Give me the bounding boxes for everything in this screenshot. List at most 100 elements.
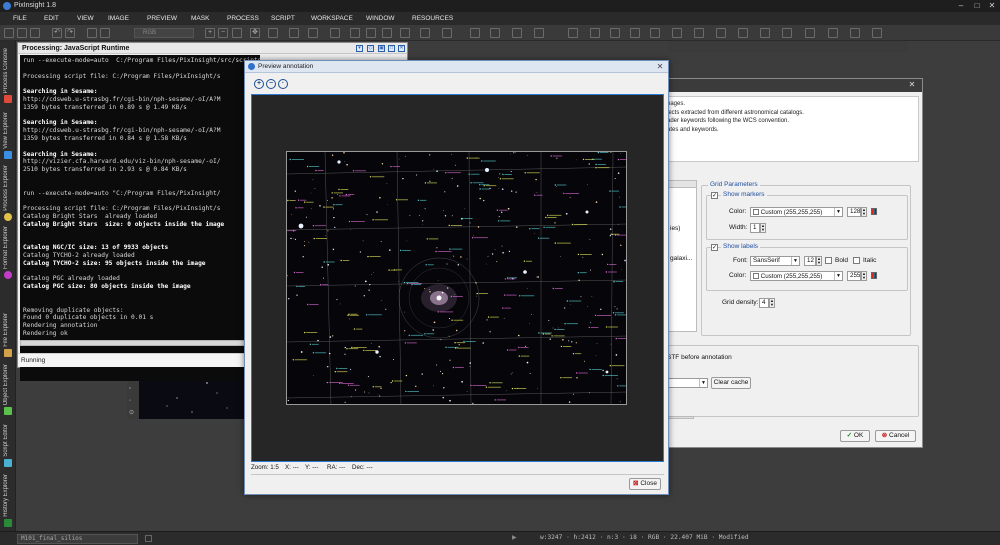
minimize-icon[interactable]: – (954, 1, 968, 11)
menu-resources[interactable]: RESOURCES (412, 12, 453, 25)
tool-icon-d[interactable] (650, 28, 660, 38)
menu-preview[interactable]: PREVIEW (147, 12, 177, 25)
zoom-fit-icon[interactable] (232, 28, 242, 38)
close-icon[interactable]: ✕ (905, 80, 919, 90)
view-selector[interactable]: M101_final_silios (17, 534, 138, 544)
display-mode-icon[interactable] (442, 28, 452, 38)
console-shade-icon[interactable]: ▣ (378, 45, 385, 52)
font-combo[interactable]: SansSerif ▼ (750, 256, 800, 266)
tool-icon-a[interactable] (590, 28, 600, 38)
grid-density-input[interactable]: 4 (759, 298, 769, 308)
clear-cache-button[interactable]: Clear cache (711, 377, 751, 389)
tool-icon-l[interactable] (828, 28, 838, 38)
screen-transfer-icon[interactable] (534, 28, 544, 38)
blue-channel-icon[interactable] (400, 28, 410, 38)
color-picker-icon[interactable] (871, 208, 877, 215)
new-icon[interactable] (4, 28, 14, 38)
play-icon[interactable]: ▶ (512, 535, 519, 542)
pan-icon[interactable]: ✥ (250, 28, 260, 38)
grid-density-stepper[interactable]: ▲ ▼ (769, 298, 775, 308)
label-alpha-stepper[interactable]: ▲ ▼ (861, 271, 867, 281)
select-icon[interactable] (289, 28, 299, 38)
open-icon[interactable] (17, 28, 27, 38)
close-button[interactable]: ⊠ Close (629, 478, 661, 490)
console-output[interactable]: run --execute-mode=auto C:/Program Files… (20, 55, 260, 381)
tool-icon-j[interactable] (782, 28, 792, 38)
italic-checkbox[interactable] (853, 257, 860, 264)
channel-combo[interactable]: RGB (134, 28, 194, 38)
close-icon[interactable]: ✕ (655, 62, 665, 71)
label-alpha-input[interactable]: 255 (847, 271, 861, 281)
view-selector-chevron-icon[interactable] (145, 535, 152, 542)
marker-color-combo[interactable]: Custom (255,255,255) ▼ (750, 207, 843, 217)
sidebar-item-process-console[interactable]: Process Console (0, 41, 16, 105)
menu-image[interactable]: IMAGE (108, 12, 129, 25)
sidebar-item-file-explorer[interactable]: File Explorer (0, 281, 16, 359)
console-close-icon[interactable]: ✕ (398, 45, 405, 52)
tool-icon-c[interactable] (630, 28, 640, 38)
marker-alpha-input[interactable]: 128 (847, 207, 861, 217)
redo-icon[interactable]: ↷ (65, 28, 75, 38)
ok-button[interactable]: ✓ OK (840, 430, 870, 442)
dyncrop-icon[interactable] (308, 28, 318, 38)
tool-icon-g[interactable] (716, 28, 726, 38)
tool-icon-e[interactable] (672, 28, 682, 38)
show-labels-checkbox[interactable]: ✓ (711, 244, 718, 251)
marker-alpha-stepper[interactable]: ▲ ▼ (861, 207, 867, 217)
menu-mask[interactable]: MASK (191, 12, 209, 25)
close-icon[interactable]: ✕ (985, 1, 999, 11)
tool-icon-n[interactable] (872, 28, 882, 38)
histogram-icon[interactable] (470, 28, 480, 38)
menu-process[interactable]: PROCESS (227, 12, 259, 25)
stf-icon[interactable] (330, 28, 340, 38)
bold-checkbox[interactable] (825, 257, 832, 264)
zoom-in-icon[interactable]: + (254, 79, 264, 89)
font-size-input[interactable]: 12 (804, 256, 816, 266)
sidebar-item-history-explorer[interactable]: History Explorer (0, 469, 16, 529)
zoom-in-icon[interactable]: + (205, 28, 215, 38)
sidebar-item-view-explorer[interactable]: View Explorer (0, 105, 16, 161)
cancel-button[interactable]: ⊗ Cancel (875, 430, 916, 442)
tool-icon-b[interactable] (610, 28, 620, 38)
sidebar-item-process-explorer[interactable]: Process Explorer (0, 161, 16, 223)
lightness-icon[interactable] (420, 28, 430, 38)
undo-icon[interactable]: ↶ (52, 28, 62, 38)
save-icon[interactable] (30, 28, 40, 38)
rgb-icon[interactable] (350, 28, 360, 38)
red-channel-icon[interactable] (366, 28, 376, 38)
sidebar-item-object-explorer[interactable]: Object Explorer (0, 359, 16, 417)
maximize-icon[interactable]: □ (970, 1, 984, 11)
font-size-stepper[interactable]: ▲ ▼ (816, 256, 822, 266)
green-channel-icon[interactable] (382, 28, 392, 38)
sidebar-item-format-explorer[interactable]: Format Explorer (0, 223, 16, 281)
preview-icon[interactable] (87, 28, 97, 38)
zoom-out-icon[interactable]: − (218, 28, 228, 38)
menu-workspace[interactable]: WORKSPACE (311, 12, 353, 25)
width-stepper[interactable]: ▲ ▼ (760, 223, 766, 233)
label-color-combo[interactable]: Custom (255,255,255) ▼ (750, 271, 843, 281)
menu-view[interactable]: VIEW (77, 12, 94, 25)
tool-active-icon[interactable] (568, 28, 578, 38)
mask-icon[interactable] (100, 28, 110, 38)
readout-icon[interactable] (268, 28, 278, 38)
zoom-fit-icon[interactable]: · (278, 79, 288, 89)
tool-icon-f[interactable] (694, 28, 704, 38)
width-input[interactable]: 1 (750, 223, 760, 233)
color-picker-icon[interactable] (871, 272, 877, 279)
curves-icon[interactable] (490, 28, 500, 38)
tool-icon-m[interactable] (850, 28, 860, 38)
tool-icon-i[interactable] (760, 28, 770, 38)
console-menu-icon[interactable]: ▾ (356, 45, 363, 52)
menu-window[interactable]: WINDOW (366, 12, 395, 25)
menu-file[interactable]: FILE (13, 12, 27, 25)
statistics-icon[interactable] (512, 28, 522, 38)
menu-edit[interactable]: EDIT (44, 12, 59, 25)
tool-icon-k[interactable] (805, 28, 815, 38)
console-float-icon[interactable]: ◇ (367, 45, 374, 52)
tool-icon-h[interactable] (738, 28, 748, 38)
show-markers-checkbox[interactable]: ✓ (711, 192, 718, 199)
menu-script[interactable]: SCRIPT (271, 12, 295, 25)
sidebar-item-script-editor[interactable]: Script Editor (0, 417, 16, 469)
preview-canvas[interactable] (251, 94, 664, 462)
console-maximize-icon[interactable]: □ (388, 45, 395, 52)
